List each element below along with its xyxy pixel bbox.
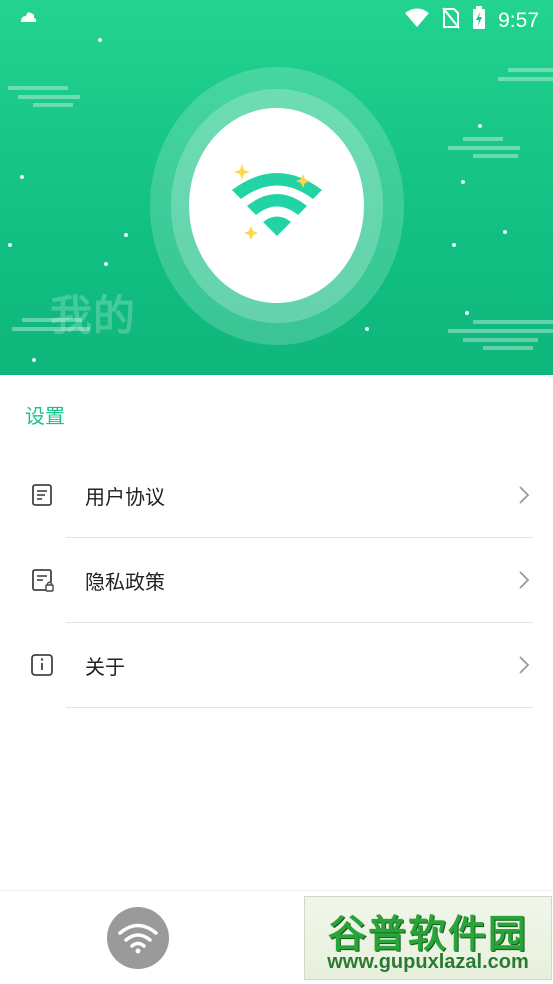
no-sim-icon [442, 7, 460, 34]
settings-menu: 用户协议 隐私政策 关于 [0, 453, 553, 708]
wifi-sparkle-icon [189, 108, 364, 303]
star-decoration [20, 175, 24, 179]
menu-item-user-agreement[interactable]: 用户协议 [0, 453, 553, 538]
section-title: 设置 [25, 404, 65, 428]
menu-item-label: 隐私政策 [85, 570, 165, 594]
watermark: 谷普软件园 www.gupuxlazal.com [304, 896, 552, 980]
star-decoration [32, 358, 36, 362]
chevron-right-icon [519, 486, 530, 504]
star-decoration [465, 311, 469, 315]
tab-wifi[interactable] [107, 907, 169, 969]
page-title: 我的 [50, 291, 137, 340]
star-decoration [8, 243, 12, 247]
privacy-document-icon [32, 569, 54, 592]
header-banner: 9:57 我的 [0, 0, 553, 375]
notification-icon [18, 8, 38, 30]
star-decoration [104, 262, 108, 266]
star-decoration [365, 327, 369, 331]
cloud-decoration [8, 86, 80, 107]
menu-item-privacy-policy[interactable]: 隐私政策 [0, 538, 553, 623]
star-decoration [124, 233, 128, 237]
info-icon [31, 654, 53, 676]
cloud-decoration [498, 68, 553, 81]
menu-item-label: 关于 [85, 655, 125, 679]
clock: 9:57 [498, 8, 539, 32]
chevron-right-icon [519, 571, 530, 589]
star-decoration [503, 230, 507, 234]
wifi-icon [118, 923, 158, 954]
status-bar: 9:57 [0, 0, 553, 38]
document-icon [32, 484, 52, 506]
star-decoration [452, 243, 456, 247]
star-decoration [478, 124, 482, 128]
divider [66, 707, 533, 708]
wifi-signal-icon [404, 8, 430, 33]
chevron-right-icon [519, 656, 530, 674]
watermark-title: 谷普软件园 [327, 912, 528, 956]
watermark-url: www.gupuxlazal.com [327, 951, 529, 973]
battery-charging-icon [472, 6, 486, 35]
cloud-decoration [448, 137, 520, 158]
star-decoration [98, 38, 102, 42]
star-decoration [461, 180, 465, 184]
menu-item-label: 用户协议 [85, 485, 165, 509]
cloud-decoration [448, 320, 553, 350]
menu-item-about[interactable]: 关于 [0, 623, 553, 708]
